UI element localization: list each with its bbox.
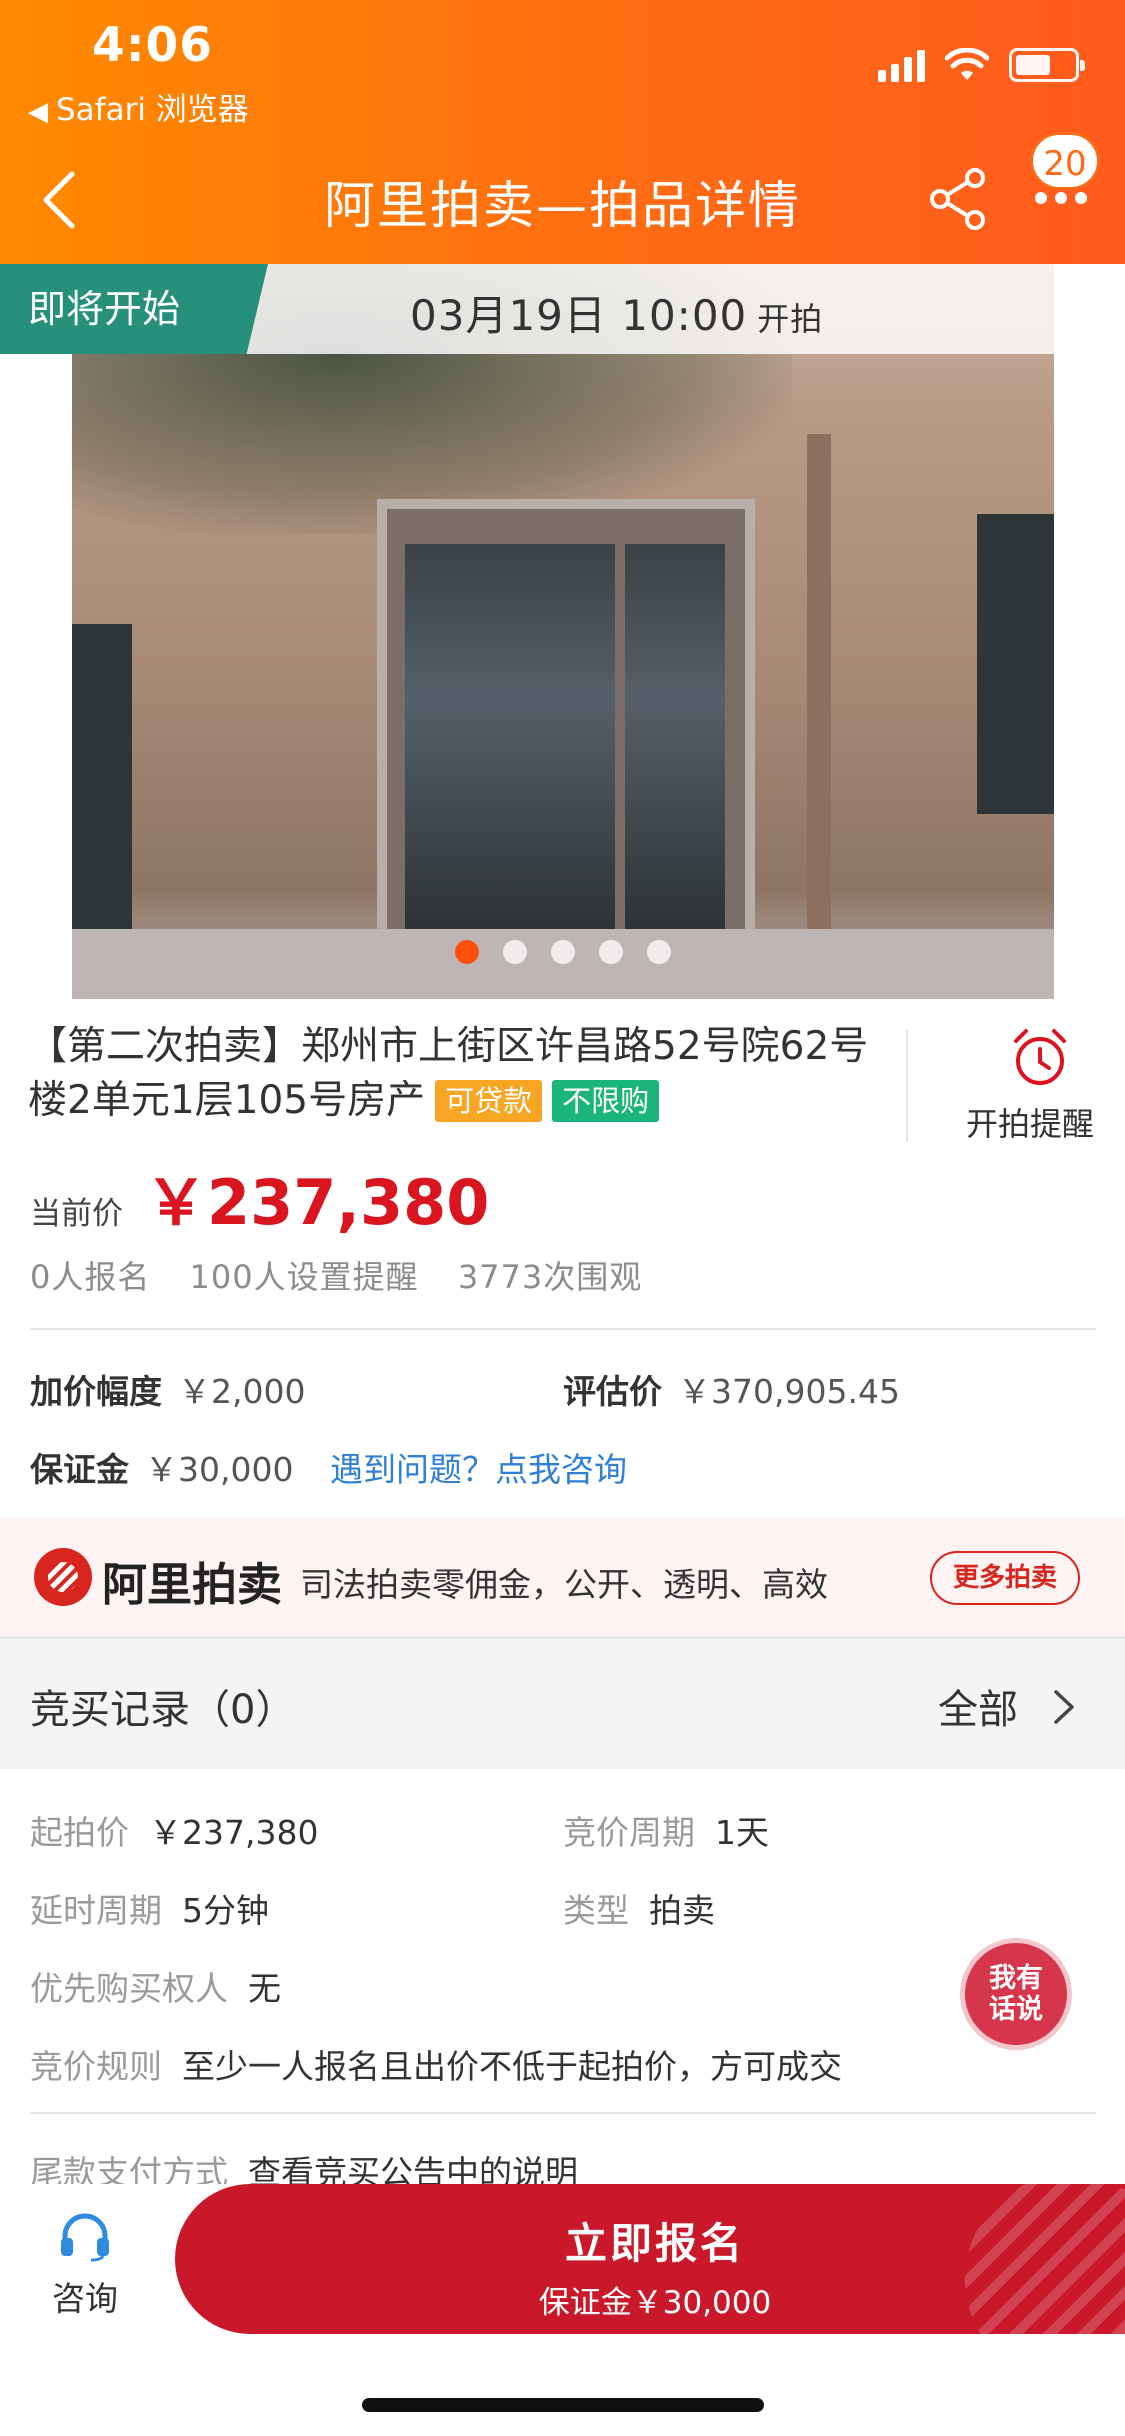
share-icon[interactable] bbox=[928, 166, 988, 232]
register-now-button[interactable]: 立即报名 保证金￥30,000 bbox=[175, 2184, 1125, 2334]
header: 4:06 ◀ Safari 浏览器 阿里拍卖—拍品详情 20 bbox=[0, 0, 1125, 264]
view-all-link[interactable]: 全部 bbox=[938, 1677, 1018, 1735]
back-app-label: Safari 浏览器 bbox=[56, 92, 249, 128]
signal-icon bbox=[878, 48, 925, 82]
deposit-row: 保证金 ￥30,000 bbox=[30, 1450, 294, 1489]
property-photo[interactable] bbox=[72, 264, 1054, 999]
stats-row: 0人报名 100人设置提醒 3773次围观 bbox=[30, 1252, 670, 1298]
chevron-right-icon bbox=[1054, 1690, 1074, 1724]
status-icons bbox=[878, 48, 1085, 82]
help-consult-link[interactable]: 遇到问题？点我咨询 bbox=[330, 1443, 627, 1491]
bid-rule-row: 竞价规则 至少一人报名且出价不低于起拍价，方可成交 bbox=[30, 2047, 842, 2086]
wifi-icon bbox=[945, 48, 989, 80]
priority-buyer-row: 优先购买权人无 bbox=[30, 1969, 281, 2008]
feedback-chat-button[interactable]: 我有 话说 bbox=[960, 1938, 1072, 2050]
signups-count: 0人报名 bbox=[30, 1258, 151, 1296]
views-count: 3773次围观 bbox=[457, 1258, 643, 1296]
register-label: 立即报名 bbox=[564, 2219, 745, 2268]
start-reminder-button[interactable]: 开拍提醒 bbox=[965, 1025, 1115, 1145]
current-price: 当前价 ￥237,380 bbox=[30, 1152, 489, 1242]
auction-status-banner: 即将开始 03月19日 10:00 开拍 bbox=[0, 264, 1125, 354]
reminder-label: 开拍提醒 bbox=[965, 1105, 1094, 1143]
consult-label: 咨询 bbox=[52, 2279, 118, 2318]
carousel-dot[interactable] bbox=[550, 940, 575, 964]
image-gallery[interactable] bbox=[0, 264, 1125, 999]
tag-loan: 可贷款 bbox=[435, 1080, 543, 1122]
carousel-dot[interactable] bbox=[502, 940, 527, 964]
increment-row: 加价幅度 ￥2,000 bbox=[30, 1372, 306, 1411]
delay-cycle-row: 延时周期 5分钟 bbox=[30, 1891, 269, 1930]
item-title: 【第二次拍卖】郑州市上街区许昌路52号院62号楼2单元1层105号房产 可贷款 不限… bbox=[28, 1024, 869, 1123]
back-to-safari[interactable]: ◀ Safari 浏览器 bbox=[28, 84, 249, 129]
price-value: ￥237,380 bbox=[145, 1166, 490, 1239]
reminders-count: 100人设置提醒 bbox=[189, 1258, 419, 1296]
carousel-dot[interactable] bbox=[646, 940, 671, 964]
bid-cycle-row: 竞价周期 1天 bbox=[563, 1813, 769, 1852]
carousel-dot[interactable] bbox=[598, 940, 623, 964]
price-label: 当前价 bbox=[30, 1196, 123, 1232]
consult-button[interactable]: 咨询 bbox=[40, 2212, 130, 2320]
valuation-row: 评估价 ￥370,905.45 bbox=[563, 1372, 900, 1411]
brand-strip: 阿里拍卖 司法拍卖零佣金，公开、透明、高效 更多拍卖 bbox=[0, 1518, 1125, 1636]
brand-name: 阿里拍卖 bbox=[102, 1558, 283, 1611]
alarm-clock-icon bbox=[1014, 1029, 1066, 1085]
brand-slogan: 司法拍卖零佣金，公开、透明、高效 bbox=[300, 1565, 828, 1604]
divider bbox=[30, 2112, 1096, 2114]
start-price-row: 起拍价 ￥237,380 bbox=[30, 1813, 319, 1852]
headset-icon bbox=[61, 2213, 109, 2262]
type-row: 类型 拍卖 bbox=[563, 1891, 715, 1930]
bid-records-header[interactable]: 竞买记录（0） 全部 bbox=[0, 1639, 1125, 1769]
tag-unrestricted: 不限购 bbox=[552, 1080, 660, 1122]
deposit-note: 保证金￥30,000 bbox=[538, 2285, 772, 2321]
more-auctions-button[interactable]: 更多拍卖 bbox=[930, 1551, 1080, 1605]
back-triangle-icon: ◀ bbox=[28, 97, 48, 127]
bid-records-title: 竞买记录（0） bbox=[30, 1687, 296, 1733]
divider bbox=[906, 1030, 908, 1142]
status-time: 4:06 bbox=[92, 18, 213, 73]
status-tag: 即将开始 bbox=[0, 264, 268, 354]
message-badge[interactable]: 20 bbox=[1030, 132, 1100, 190]
start-time: 03月19日 10:00 开拍 bbox=[410, 291, 824, 340]
battery-icon bbox=[1009, 48, 1085, 82]
carousel-dot[interactable] bbox=[454, 940, 479, 964]
divider bbox=[30, 1328, 1096, 1330]
carousel-dots bbox=[0, 940, 1125, 964]
ali-auction-logo-icon bbox=[34, 1548, 92, 1606]
home-indicator[interactable] bbox=[362, 2398, 764, 2412]
